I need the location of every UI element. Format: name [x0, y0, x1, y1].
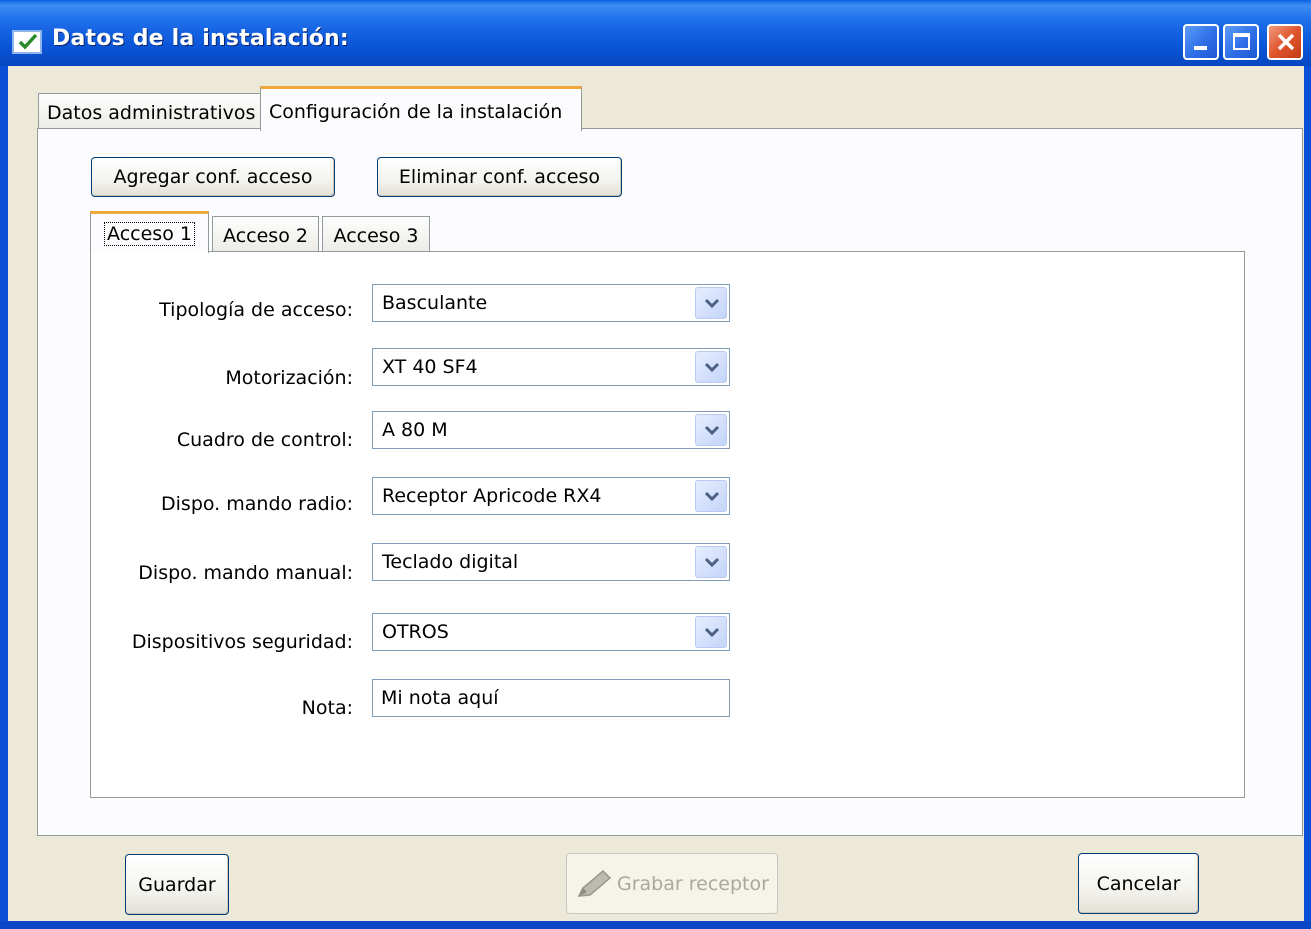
burn-receiver-label: Grabar receptor: [617, 872, 769, 895]
chevron-down-icon: [704, 362, 720, 373]
remove-access-config-button[interactable]: Eliminar conf. acceso: [377, 157, 622, 197]
chevron-down-icon: [704, 491, 720, 502]
motorizacion-select[interactable]: XT 40 SF4: [372, 348, 730, 386]
tab-acceso-3[interactable]: Acceso 3: [322, 216, 430, 252]
tab-label: Configuración de la instalación: [269, 101, 563, 123]
minimize-button[interactable]: [1183, 24, 1219, 60]
tipologia-label: Tipología de acceso:: [159, 299, 353, 321]
tab-configuracion-instalacion[interactable]: Configuración de la instalación: [260, 86, 582, 131]
checkbox-app-icon: [12, 30, 42, 54]
nota-label: Nota:: [301, 697, 353, 719]
seguridad-select[interactable]: OTROS: [372, 613, 730, 651]
motorizacion-value: XT 40 SF4: [382, 356, 478, 378]
chevron-down-icon: [704, 627, 720, 638]
dropdown-button[interactable]: [695, 414, 727, 446]
close-button[interactable]: [1267, 24, 1303, 60]
mando-manual-label: Dispo. mando manual:: [138, 562, 353, 584]
chevron-down-icon: [704, 425, 720, 436]
maximize-icon: [1233, 33, 1250, 50]
save-button[interactable]: Guardar: [125, 854, 229, 915]
seguridad-value: OTROS: [382, 621, 449, 643]
nota-input[interactable]: [372, 679, 730, 717]
chevron-down-icon: [704, 298, 720, 309]
minimize-icon: [1194, 46, 1207, 50]
mando-manual-select[interactable]: Teclado digital: [372, 543, 730, 581]
tab-label: Acceso 1: [104, 222, 195, 246]
cancel-button[interactable]: Cancelar: [1078, 853, 1199, 914]
window-left-border: [0, 66, 8, 921]
window-bottom-border: [0, 921, 1311, 929]
title-bar[interactable]: Datos de la instalación:: [0, 0, 1311, 66]
tab-label: Acceso 3: [333, 225, 419, 247]
tab-acceso-1[interactable]: Acceso 1: [90, 211, 209, 253]
mando-manual-value: Teclado digital: [382, 551, 519, 573]
dropdown-button[interactable]: [695, 287, 727, 319]
tipologia-select[interactable]: Basculante: [372, 284, 730, 322]
mando-radio-select[interactable]: Receptor Apricode RX4: [372, 477, 730, 515]
dropdown-button[interactable]: [695, 351, 727, 383]
cuadro-control-select[interactable]: A 80 M: [372, 411, 730, 449]
close-icon: [1277, 33, 1295, 51]
cuadro-control-value: A 80 M: [382, 419, 448, 441]
motorizacion-label: Motorización:: [225, 367, 353, 389]
window-right-border: [1304, 66, 1311, 921]
pencil-icon: [577, 869, 612, 897]
cuadro-control-label: Cuadro de control:: [176, 429, 353, 451]
dropdown-button[interactable]: [695, 480, 727, 512]
maximize-button[interactable]: [1223, 24, 1259, 60]
mando-radio-label: Dispo. mando radio:: [161, 493, 353, 515]
window-title: Datos de la instalación:: [52, 26, 349, 51]
mando-radio-value: Receptor Apricode RX4: [382, 485, 602, 507]
tipologia-value: Basculante: [382, 292, 488, 314]
dropdown-button[interactable]: [695, 616, 727, 648]
seguridad-label: Dispositivos seguridad:: [131, 631, 353, 653]
add-access-config-button[interactable]: Agregar conf. acceso: [91, 157, 335, 197]
tab-label: Acceso 2: [223, 225, 308, 247]
dropdown-button[interactable]: [695, 546, 727, 578]
burn-receiver-button[interactable]: Grabar receptor: [566, 853, 778, 914]
tab-label: Datos administrativos: [47, 102, 256, 124]
tab-acceso-2[interactable]: Acceso 2: [212, 216, 319, 252]
chevron-down-icon: [704, 557, 720, 568]
tab-datos-administrativos[interactable]: Datos administrativos: [38, 93, 261, 129]
